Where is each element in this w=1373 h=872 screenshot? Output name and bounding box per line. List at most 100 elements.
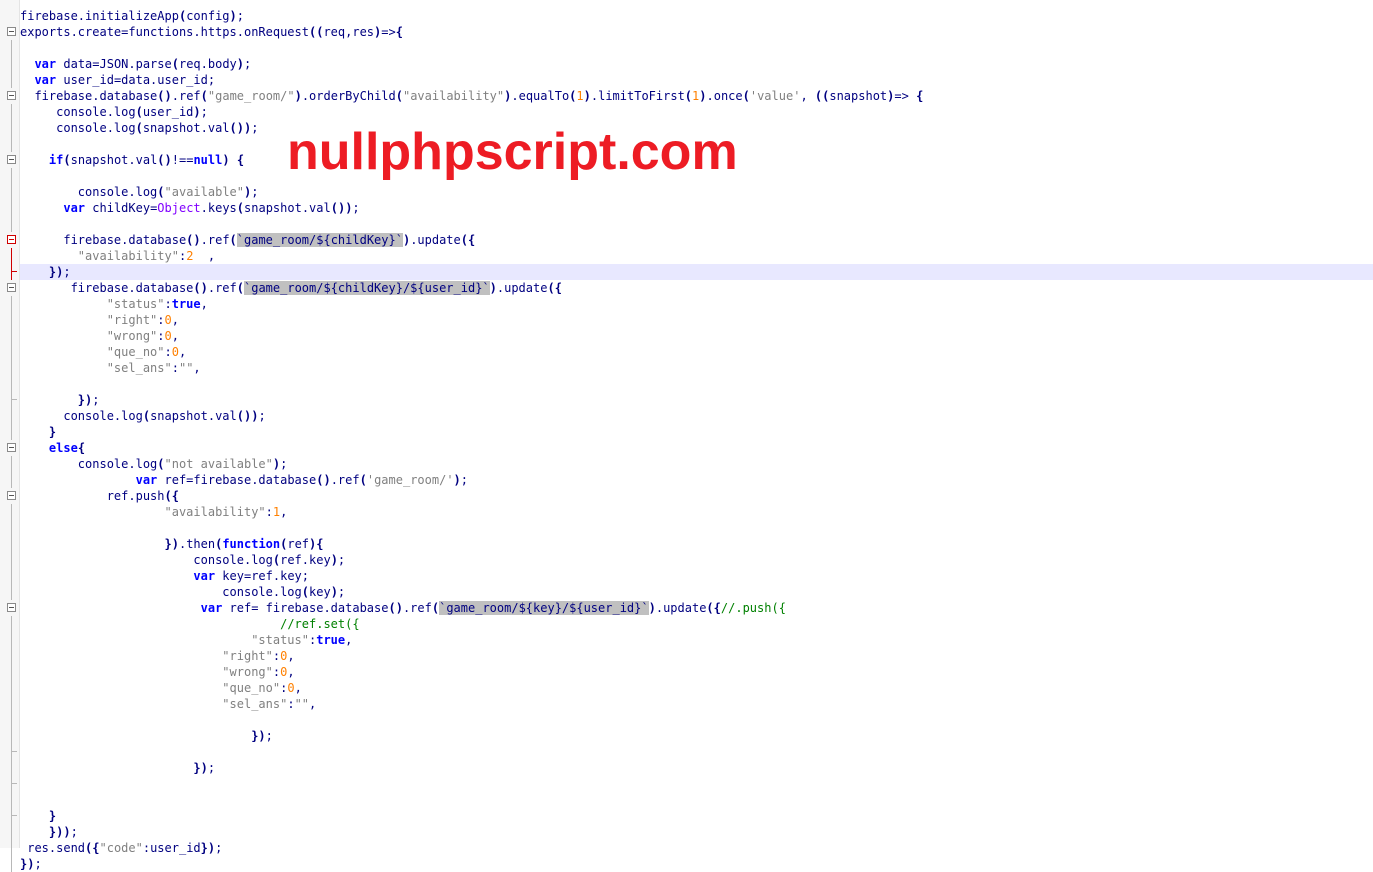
fold-end-marker xyxy=(11,271,17,272)
fold-toggle-icon[interactable] xyxy=(7,443,16,452)
code-line[interactable]: "que_no":0, xyxy=(11,680,1373,696)
fold-guide xyxy=(11,344,12,360)
fold-guide xyxy=(11,776,12,792)
code-line[interactable]: "availability":2 , xyxy=(11,248,1373,264)
fold-guide xyxy=(11,328,12,344)
fold-toggle-icon[interactable] xyxy=(7,155,16,164)
code-line[interactable]: "wrong":0, xyxy=(11,328,1373,344)
fold-end-marker xyxy=(11,751,17,752)
fold-guide xyxy=(11,504,12,520)
code-line[interactable]: "wrong":0, xyxy=(11,664,1373,680)
code-line[interactable]: } xyxy=(11,808,1373,824)
fold-toggle-icon[interactable] xyxy=(7,235,16,244)
fold-guide xyxy=(11,792,12,808)
fold-guide xyxy=(11,808,12,824)
code-line[interactable] xyxy=(11,520,1373,536)
code-line[interactable]: var key=ref.key; xyxy=(11,568,1373,584)
code-line[interactable]: console.log("not available"); xyxy=(11,456,1373,472)
fold-guide xyxy=(11,424,12,440)
code-line[interactable]: var data=JSON.parse(req.body); xyxy=(11,56,1373,72)
fold-guide xyxy=(11,56,12,72)
code-line[interactable]: "status":true, xyxy=(11,296,1373,312)
fold-guide xyxy=(11,712,12,728)
code-line[interactable] xyxy=(11,792,1373,808)
fold-guide xyxy=(11,840,12,856)
code-line[interactable]: }); xyxy=(11,728,1373,744)
fold-guide xyxy=(11,648,12,664)
fold-guide xyxy=(11,744,12,760)
code-line[interactable] xyxy=(11,744,1373,760)
code-line[interactable] xyxy=(11,216,1373,232)
code-line[interactable]: }); xyxy=(11,760,1373,776)
fold-toggle-icon[interactable] xyxy=(7,603,16,612)
fold-end-marker xyxy=(11,783,17,784)
code-line[interactable]: "sel_ans":"", xyxy=(11,696,1373,712)
code-line[interactable]: console.log(key); xyxy=(11,584,1373,600)
fold-guide xyxy=(11,664,12,680)
code-line[interactable]: "right":0, xyxy=(11,312,1373,328)
code-line[interactable]: console.log("available"); xyxy=(11,184,1373,200)
code-line[interactable]: var ref= firebase.database().ref(`game_r… xyxy=(7,600,1373,616)
fold-toggle-icon[interactable] xyxy=(7,283,16,292)
fold-guide xyxy=(11,568,12,584)
fold-guide xyxy=(11,472,12,488)
fold-guide xyxy=(11,296,12,312)
fold-toggle-icon[interactable] xyxy=(7,27,16,36)
code-line[interactable] xyxy=(11,776,1373,792)
code-line[interactable]: res.send({"code":user_id}); xyxy=(11,840,1373,856)
code-line[interactable]: firebase.database().ref(`game_room/${chi… xyxy=(7,280,1373,296)
code-line[interactable]: console.log(snapshot.val()); xyxy=(11,408,1373,424)
fold-guide xyxy=(11,520,12,536)
code-line[interactable]: firebase.database().ref("game_room/").or… xyxy=(7,88,1373,104)
fold-guide xyxy=(11,312,12,328)
fold-guide xyxy=(11,168,12,184)
code-line[interactable]: }); xyxy=(11,856,1373,872)
fold-guide xyxy=(11,120,12,136)
fold-guide xyxy=(11,216,12,232)
code-line[interactable]: "que_no":0, xyxy=(11,344,1373,360)
code-line[interactable]: var childKey=Object.keys(snapshot.val())… xyxy=(11,200,1373,216)
code-line[interactable]: ref.push({ xyxy=(7,488,1373,504)
code-line[interactable]: }); xyxy=(11,264,1373,280)
code-line[interactable]: var ref=firebase.database().ref('game_ro… xyxy=(11,472,1373,488)
fold-guide xyxy=(11,136,12,152)
fold-guide xyxy=(11,696,12,712)
code-line[interactable]: firebase.initializeApp(config); xyxy=(20,8,1373,24)
fold-guide xyxy=(11,680,12,696)
fold-guide xyxy=(11,72,12,88)
code-line[interactable]: "availability":1, xyxy=(11,504,1373,520)
fold-guide xyxy=(11,616,12,632)
code-line[interactable]: var user_id=data.user_id; xyxy=(11,72,1373,88)
code-line[interactable]: "right":0, xyxy=(11,648,1373,664)
fold-end-marker xyxy=(11,399,17,400)
code-line[interactable] xyxy=(11,712,1373,728)
fold-guide xyxy=(11,184,12,200)
code-line[interactable]: //ref.set({ xyxy=(11,616,1373,632)
code-line[interactable]: "status":true, xyxy=(11,632,1373,648)
fold-guide xyxy=(11,632,12,648)
code-line[interactable]: else{ xyxy=(7,440,1373,456)
fold-guide xyxy=(11,408,12,424)
code-line[interactable]: firebase.database().ref(`game_room/${chi… xyxy=(7,232,1373,248)
code-line[interactable] xyxy=(11,40,1373,56)
code-line[interactable]: console.log(ref.key); xyxy=(11,552,1373,568)
fold-guide xyxy=(11,200,12,216)
code-line[interactable] xyxy=(11,376,1373,392)
code-line[interactable]: "sel_ans":"", xyxy=(11,360,1373,376)
code-line[interactable]: } xyxy=(11,424,1373,440)
fold-toggle-icon[interactable] xyxy=(7,91,16,100)
fold-margin[interactable] xyxy=(0,0,20,848)
code-line[interactable]: }).then(function(ref){ xyxy=(11,536,1373,552)
code-line[interactable]: console.log(user_id); xyxy=(11,104,1373,120)
fold-guide xyxy=(11,552,12,568)
fold-guide xyxy=(11,824,12,840)
fold-guide xyxy=(11,856,12,872)
code-line[interactable]: exports.create=functions.https.onRequest… xyxy=(7,24,1373,40)
fold-toggle-icon[interactable] xyxy=(7,491,16,500)
fold-guide xyxy=(11,264,12,280)
fold-guide xyxy=(11,584,12,600)
fold-guide xyxy=(11,248,12,264)
code-line[interactable]: }); xyxy=(11,392,1373,408)
fold-guide xyxy=(11,536,12,552)
code-line[interactable]: })); xyxy=(11,824,1373,840)
